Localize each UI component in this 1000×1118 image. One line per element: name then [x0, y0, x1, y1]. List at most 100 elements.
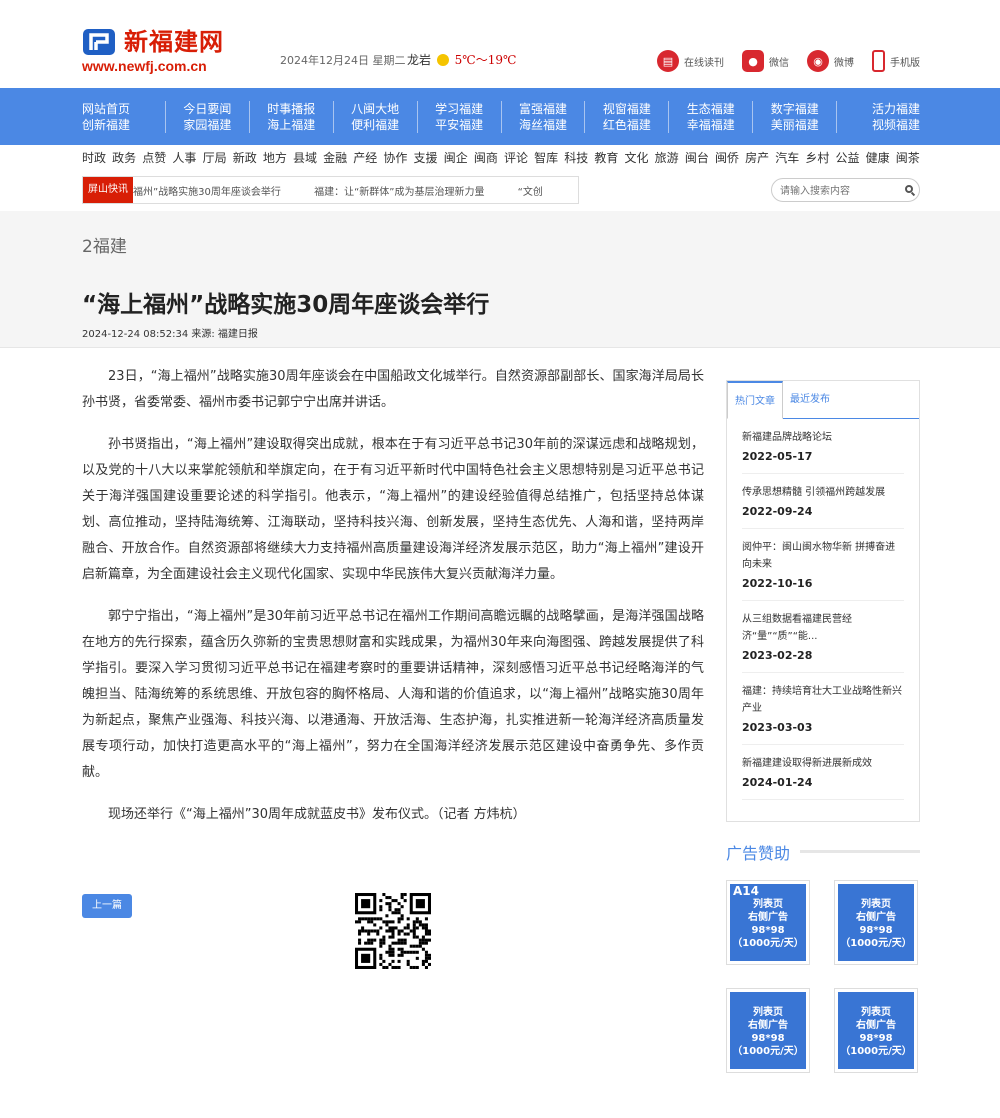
list-item[interactable]: 新福建品牌战略论坛 2022-05-17: [742, 419, 904, 474]
weibo-icon: ◉: [807, 50, 829, 72]
ad-slot[interactable]: 列表页 右侧广告 98*98 （1000元/天）: [726, 988, 810, 1073]
channel-link[interactable]: 闽侨: [715, 149, 739, 166]
list-item[interactable]: 福建：持续培育壮大工业战略性新兴产业 2023-03-03: [742, 673, 904, 745]
channel-link[interactable]: 智库: [534, 149, 558, 166]
ad-slot[interactable]: 列表页 右侧广告 98*98 （1000元/天）: [834, 880, 918, 965]
ticker-item[interactable]: 福建：让“新群体”成为基层治理新力量: [314, 187, 484, 198]
ad-section-title: 广告赞助: [726, 844, 791, 863]
channel-link[interactable]: 人事: [172, 149, 196, 166]
channel-link[interactable]: 教育: [594, 149, 618, 166]
channel-link[interactable]: 地方: [263, 149, 287, 166]
nav-link[interactable]: 家园福建: [183, 117, 231, 133]
tab-recent[interactable]: 最近发布: [783, 381, 837, 418]
nav-link[interactable]: 便利福建: [351, 117, 399, 133]
tool-read-online[interactable]: ▤ 在线读刊: [657, 50, 724, 72]
nav-link[interactable]: 幸福福建: [687, 117, 735, 133]
nav-link[interactable]: 今日要闻: [183, 101, 231, 117]
tool-wechat[interactable]: ● 微信: [742, 50, 789, 72]
date-text: 2024年12月24日 星期二: [280, 54, 406, 67]
channel-link[interactable]: 时政: [82, 149, 106, 166]
item-date: 2022-05-17: [742, 450, 813, 463]
tool-mobile[interactable]: 手机版: [872, 50, 920, 72]
list-item[interactable]: 传承思想精髓 引领福州跨越发展 2022-09-24: [742, 474, 904, 529]
nav-link[interactable]: 富强福建: [519, 101, 567, 117]
channel-link[interactable]: 闽商: [474, 149, 498, 166]
channel-link[interactable]: 厅局: [203, 149, 227, 166]
ad-line: 右侧广告: [856, 912, 896, 923]
nav-link[interactable]: 学习福建: [435, 101, 483, 117]
nav-link[interactable]: 视窗福建: [603, 101, 651, 117]
channel-link[interactable]: 协作: [383, 149, 407, 166]
ad-line: 右侧广告: [856, 1020, 896, 1031]
nav-group: 学习福建 平安福建: [416, 100, 501, 133]
ad-line: 98*98: [859, 1033, 893, 1044]
weather-city: 龙岩: [407, 53, 432, 67]
channel-link[interactable]: 公益: [836, 149, 860, 166]
nav-link[interactable]: 美丽福建: [771, 117, 819, 133]
channel-link[interactable]: 点赞: [142, 149, 166, 166]
channel-link[interactable]: 文化: [625, 149, 649, 166]
channel-link[interactable]: 乡村: [805, 149, 829, 166]
ticker-item[interactable]: 福州”战略实施30周年座谈会举行: [133, 187, 281, 198]
item-title: 新福建建设取得新进展新成效: [742, 758, 872, 769]
channel-link[interactable]: 房产: [745, 149, 769, 166]
article-paragraph: 孙书贤指出，“海上福州”建设取得突出成就，根本在于有习近平总书记30年前的深谋远…: [82, 437, 704, 582]
channel-link[interactable]: 闽企: [444, 149, 468, 166]
channel-link[interactable]: 政务: [112, 149, 136, 166]
search-input[interactable]: [780, 180, 900, 203]
channel-link[interactable]: 评论: [504, 149, 528, 166]
item-date: 2023-02-28: [742, 649, 813, 662]
logo-name: 新福建网: [124, 28, 224, 56]
nav-link[interactable]: 创新福建: [82, 117, 130, 133]
wechat-icon: ●: [742, 50, 764, 72]
channel-link[interactable]: 支援: [414, 149, 438, 166]
ad-line: （1000元/天）: [840, 938, 912, 949]
breadcrumb[interactable]: 2福建: [82, 232, 127, 257]
main-nav: 网站首页 创新福建 今日要闻 家园福建 时事播报 海上福建 八闽大地 便利福建 学习福建…: [0, 88, 1000, 145]
nav-link[interactable]: 生态福建: [687, 101, 735, 117]
nav-link[interactable]: 平安福建: [435, 117, 483, 133]
tool-weibo[interactable]: ◉ 微博: [807, 50, 854, 72]
channel-link[interactable]: 县域: [293, 149, 317, 166]
nav-link[interactable]: 时事播报: [267, 101, 315, 117]
list-item[interactable]: 从三组数据看福建民营经济“量”“质”“能... 2023-02-28: [742, 601, 904, 673]
tab-hot[interactable]: 热门文章: [727, 381, 783, 419]
channel-link[interactable]: 汽车: [775, 149, 799, 166]
sidebar-panel: 热门文章 最近发布 新福建品牌战略论坛 2022-05-17 传承思想精髓 引领福…: [726, 380, 920, 822]
list-item[interactable]: 阅仲平：闽山闽水物华新 拼搏奋进向未来 2022-10-16: [742, 529, 904, 601]
hot-list: 新福建品牌战略论坛 2022-05-17 传承思想精髓 引领福州跨越发展 2022-…: [727, 419, 919, 800]
prev-article-button[interactable]: 上一篇: [82, 894, 132, 918]
channel-bar: 时政 政务 点赞 人事 厅局 新政 地方 县域 金融 产经 协作 支援 闽企 闽商 评论 智库 科技 教育 文化 旅游…: [82, 145, 920, 169]
nav-link[interactable]: 海上福建: [267, 117, 315, 133]
nav-link[interactable]: 八闽大地: [351, 101, 399, 117]
channel-link[interactable]: 闽茶: [896, 149, 920, 166]
channel-link[interactable]: 科技: [564, 149, 588, 166]
ad-line: 列表页: [753, 899, 783, 910]
article-paragraph: 23日，“海上福州”战略实施30周年座谈会在中国船政文化城举行。自然资源部副部长…: [82, 369, 704, 410]
channel-link[interactable]: 金融: [323, 149, 347, 166]
nav-link[interactable]: 海丝福建: [519, 117, 567, 133]
nav-link[interactable]: 红色福建: [603, 117, 651, 133]
search-icon[interactable]: [905, 185, 913, 193]
ad-slot[interactable]: A14 列表页 右侧广告 98*98 （1000元/天）: [726, 880, 810, 965]
header-tools: ▤ 在线读刊 ● 微信 ◉ 微博 手机版: [639, 50, 920, 72]
channel-link[interactable]: 健康: [866, 149, 890, 166]
list-item[interactable]: 新福建建设取得新进展新成效 2024-01-24: [742, 745, 904, 800]
header: 新福建网 www.newfj.com.cn 2024年12月24日 星期二 龙岩…: [82, 0, 920, 88]
article-title: “海上福州”战略实施30周年座谈会举行: [82, 292, 490, 318]
logo-url: www.newfj.com.cn: [82, 58, 207, 74]
ad-slot[interactable]: 列表页 右侧广告 98*98 （1000元/天）: [834, 988, 918, 1073]
item-title: 新福建品牌战略论坛: [742, 432, 832, 443]
channel-link[interactable]: 闽台: [685, 149, 709, 166]
nav-link[interactable]: 视频福建: [872, 117, 920, 133]
channel-link[interactable]: 旅游: [655, 149, 679, 166]
ad-line: 右侧广告: [748, 1020, 788, 1031]
channel-link[interactable]: 新政: [233, 149, 257, 166]
nav-link[interactable]: 数字福建: [771, 101, 819, 117]
channel-link[interactable]: 产经: [353, 149, 377, 166]
search-box: [771, 178, 920, 203]
nav-link[interactable]: 活力福建: [872, 101, 920, 117]
ad-line: 列表页: [861, 1007, 891, 1018]
ticker-item[interactable]: “文创: [518, 187, 543, 198]
nav-link[interactable]: 网站首页: [82, 101, 130, 117]
